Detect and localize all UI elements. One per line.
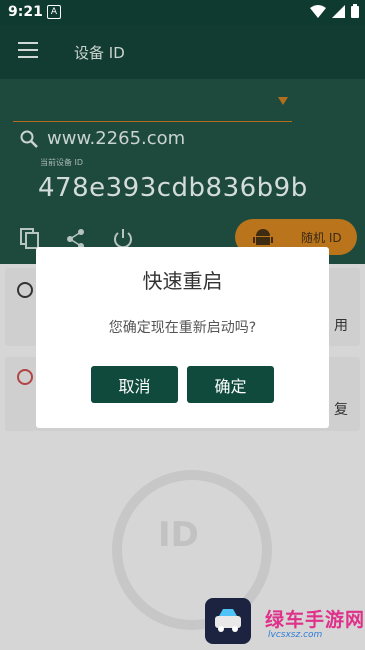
- device-id-value: 478e393cdb836b9b: [38, 173, 308, 203]
- car-icon: [215, 609, 241, 632]
- battery-icon: [351, 4, 359, 18]
- app-toolbar: 设备 ID: [0, 25, 365, 79]
- confirm-button[interactable]: 确定: [187, 366, 274, 403]
- status-time: 9:21: [8, 4, 43, 20]
- signal-icon: [332, 4, 345, 18]
- status-icons: [310, 4, 359, 18]
- brand-logo: [205, 598, 251, 644]
- radio-button[interactable]: [17, 282, 33, 298]
- restart-dialog: 快速重启 您确定现在重新启动吗? 取消 确定: [36, 247, 329, 428]
- main-panel: www.2265.com 当前设备 ID 478e393cdb836b9b 随机…: [0, 79, 365, 264]
- notification-icon: A: [47, 5, 61, 19]
- radio-button[interactable]: [17, 369, 33, 385]
- android-icon: [253, 229, 273, 245]
- dropdown-arrow-icon[interactable]: [278, 97, 288, 105]
- watermark-text: ID: [158, 515, 199, 555]
- brand-name: 绿车手游网: [265, 609, 365, 631]
- current-id-label: 当前设备 ID: [40, 158, 84, 167]
- dropdown-underline[interactable]: [13, 121, 292, 122]
- wifi-icon: [310, 4, 326, 18]
- status-bar: 9:21 A: [0, 0, 365, 25]
- menu-icon[interactable]: [18, 42, 38, 58]
- cancel-button[interactable]: 取消: [91, 366, 178, 403]
- card-trailing-text: 用: [334, 318, 348, 334]
- card-trailing-text: 复: [334, 402, 348, 418]
- domain-text: www.2265.com: [47, 128, 186, 149]
- dialog-title: 快速重启: [142, 269, 223, 293]
- page-title: 设备 ID: [74, 44, 125, 62]
- brand-url: lvcsxsz.com: [268, 630, 323, 640]
- search-icon: [20, 130, 38, 148]
- random-id-label: 随机 ID: [301, 231, 342, 245]
- dialog-message: 您确定现在重新启动吗?: [108, 320, 257, 336]
